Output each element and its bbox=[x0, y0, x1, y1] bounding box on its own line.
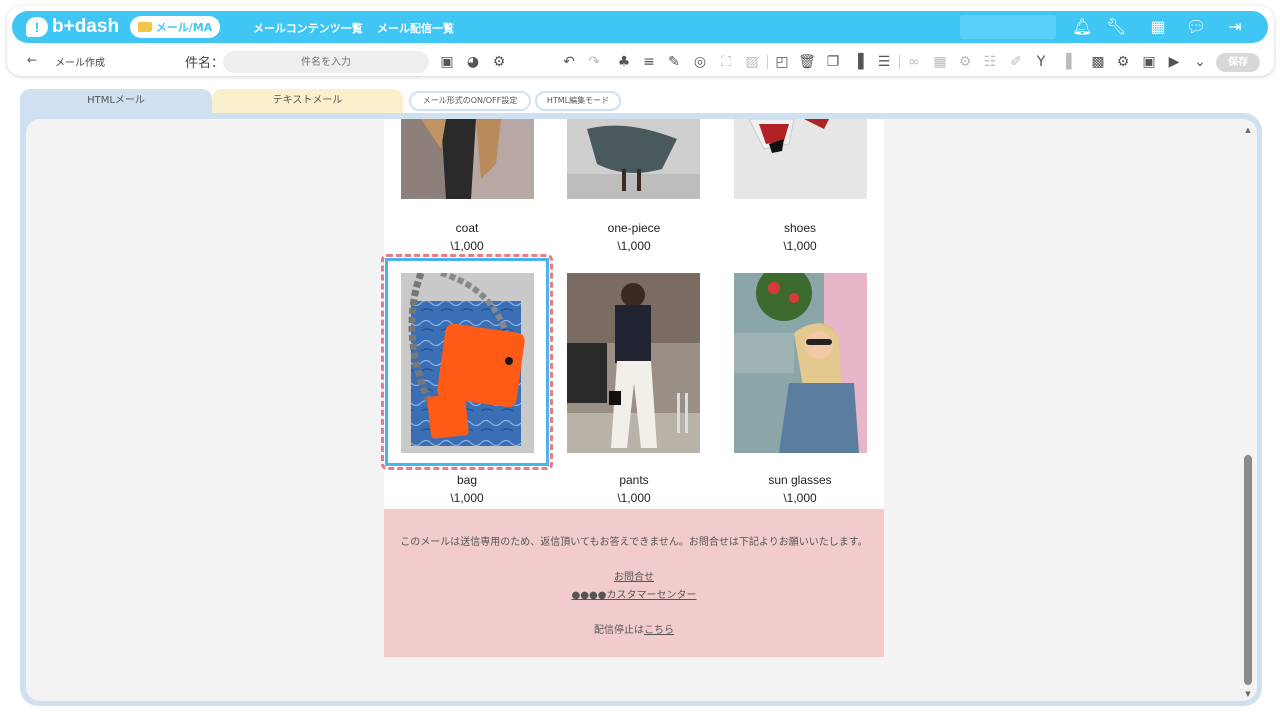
tab-html-mail[interactable]: HTMLメール bbox=[20, 89, 212, 113]
target-icon[interactable]: ◎ bbox=[691, 53, 709, 71]
one-piece-image[interactable] bbox=[567, 119, 700, 199]
link-icon[interactable]: ∞ bbox=[905, 53, 923, 71]
toolbar-divider bbox=[767, 55, 768, 69]
pants-image[interactable] bbox=[567, 273, 700, 453]
branch-icon[interactable]: Y bbox=[1032, 53, 1050, 71]
scroll-down-arrow-icon[interactable]: ▼ bbox=[1243, 689, 1253, 699]
back-arrow-icon[interactable]: ← bbox=[27, 53, 37, 67]
window-icon[interactable]: ▣ bbox=[438, 53, 456, 71]
link-settings-2-icon[interactable]: ⚙ bbox=[1114, 53, 1132, 71]
product-price-shoes: \1,000 bbox=[783, 239, 817, 253]
tab-text-mail[interactable]: テキストメール bbox=[212, 89, 403, 113]
scroll-thumb[interactable] bbox=[1244, 455, 1252, 685]
save-button[interactable]: 保存 bbox=[1216, 53, 1260, 72]
undo-icon[interactable]: ↶ bbox=[560, 53, 578, 71]
coat-image[interactable] bbox=[401, 119, 534, 199]
gears-icon[interactable]: ⚙ bbox=[956, 53, 974, 71]
scroll-up-arrow-icon[interactable]: ▲ bbox=[1243, 125, 1253, 135]
database-icon[interactable]: ☷ bbox=[981, 53, 999, 71]
app-header: ! b+dash メール/MA メールコンテンツ一覧 メール配信一覧 🔔︎ 🔧︎… bbox=[7, 6, 1274, 76]
rows-icon[interactable]: ☰ bbox=[875, 53, 893, 71]
product-price-sun-glasses: \1,000 bbox=[783, 491, 817, 505]
unsubscribe-prefix: 配信停止は bbox=[594, 625, 644, 636]
unsubscribe-link[interactable]: こちら bbox=[644, 625, 674, 636]
chevron-down-icon[interactable]: ⌄ bbox=[1191, 53, 1209, 71]
product-price-coat: \1,000 bbox=[450, 239, 484, 253]
redo-icon[interactable]: ↷ bbox=[585, 53, 603, 71]
copy-block-icon[interactable]: ◰ bbox=[773, 53, 791, 71]
subject-input[interactable] bbox=[223, 51, 429, 73]
product-name-sun-glasses: sun glasses bbox=[768, 473, 832, 487]
editor-toolbar: ← メール作成 件名： ▣ ◕ ⚙ ↶ ↷ ♣ ≡ ✎ ◎ ⛶ ▨ ◰ 🗑︎ ❐… bbox=[7, 50, 1274, 74]
barcode-icon[interactable]: ▐ bbox=[1057, 53, 1075, 71]
logout-icon[interactable]: ⇥ bbox=[1225, 17, 1245, 37]
editor-scrollbar[interactable]: ▲ ▼ bbox=[1243, 125, 1253, 699]
sun-glasses-image[interactable] bbox=[734, 273, 867, 453]
calendar-icon[interactable]: ▦ bbox=[931, 53, 949, 71]
subject-label: 件名： bbox=[185, 56, 225, 71]
toolbar-divider bbox=[899, 55, 900, 69]
mail-format-toggle-button[interactable]: メール形式のON/OFF設定 bbox=[409, 91, 531, 111]
contact-link[interactable]: お問合せ bbox=[384, 568, 884, 583]
product-price-one-piece: \1,000 bbox=[617, 239, 651, 253]
nav-mail-contents[interactable]: メールコンテンツ一覧 bbox=[253, 20, 363, 36]
fullscreen-icon[interactable]: ⛶ bbox=[717, 53, 735, 71]
editor-frame: coat \1,000 one-piece \1,000 shoes \1,00… bbox=[20, 113, 1262, 706]
customer-center-link[interactable]: ●●●●カスタマーセンター bbox=[384, 586, 884, 601]
link-settings-icon[interactable]: ⚙ bbox=[490, 53, 508, 71]
duplicate-icon[interactable]: ❐ bbox=[824, 53, 842, 71]
trash-icon[interactable]: 🗑︎ bbox=[798, 53, 816, 71]
user-info-block[interactable] bbox=[960, 15, 1056, 39]
product-name-one-piece: one-piece bbox=[607, 221, 661, 235]
selected-block-border[interactable] bbox=[385, 258, 549, 466]
page-title: メール作成 bbox=[55, 58, 105, 69]
add-note-icon[interactable]: ✐ bbox=[1007, 53, 1025, 71]
logo-icon: ! bbox=[26, 17, 48, 37]
email-footer: このメールは送信専用のため、返信頂いてもお答えできません。お問合せは下記よりお願… bbox=[384, 509, 884, 657]
shoes-image[interactable] bbox=[734, 119, 867, 199]
html-edit-mode-button[interactable]: HTML編集モード bbox=[535, 91, 621, 111]
chat-icon[interactable]: 💬︎ bbox=[1186, 17, 1206, 37]
nav-mail-delivery[interactable]: メール配信一覧 bbox=[377, 20, 454, 36]
bdash-logo[interactable]: ! b+dash bbox=[26, 16, 119, 38]
product-name-bag: bag bbox=[456, 473, 478, 487]
palette-icon[interactable]: ♣ bbox=[615, 53, 633, 71]
mail-icon bbox=[137, 22, 152, 32]
logo-text: b+dash bbox=[52, 16, 120, 37]
image-icon[interactable]: ▨ bbox=[743, 53, 761, 71]
product-name-shoes: shoes bbox=[783, 221, 817, 235]
product-price-bag: \1,000 bbox=[450, 491, 484, 505]
video-icon[interactable]: ▶ bbox=[1165, 53, 1183, 71]
bell-icon[interactable]: 🔔︎ bbox=[1072, 17, 1092, 37]
mail-ma-menu-button[interactable]: メール/MA bbox=[130, 16, 220, 38]
product-price-pants: \1,000 bbox=[617, 491, 651, 505]
text-align-icon[interactable]: ≡ bbox=[640, 53, 658, 71]
columns-icon[interactable]: ▐ bbox=[849, 53, 867, 71]
editor-canvas[interactable]: coat \1,000 one-piece \1,000 shoes \1,00… bbox=[26, 119, 1257, 701]
schedule-icon[interactable]: ◕ bbox=[464, 53, 482, 71]
unsubscribe-text: 配信停止はこちら bbox=[384, 621, 884, 636]
top-nav-bar: ! b+dash メール/MA メールコンテンツ一覧 メール配信一覧 🔔︎ 🔧︎… bbox=[12, 11, 1268, 43]
pen-icon[interactable]: ✎ bbox=[665, 53, 683, 71]
product-name-coat: coat bbox=[455, 221, 479, 235]
mail-ma-label: メール/MA bbox=[155, 21, 213, 34]
wrench-icon[interactable]: 🔧︎ bbox=[1106, 17, 1126, 37]
user-card-icon[interactable]: ▣ bbox=[1140, 53, 1158, 71]
add-grid-icon[interactable]: ▩ bbox=[1089, 53, 1107, 71]
product-name-pants: pants bbox=[619, 473, 649, 487]
grid-icon[interactable]: ▦ bbox=[1148, 17, 1168, 37]
footer-note: このメールは送信専用のため、返信頂いてもお答えできません。お問合せは下記よりお願… bbox=[400, 537, 868, 548]
